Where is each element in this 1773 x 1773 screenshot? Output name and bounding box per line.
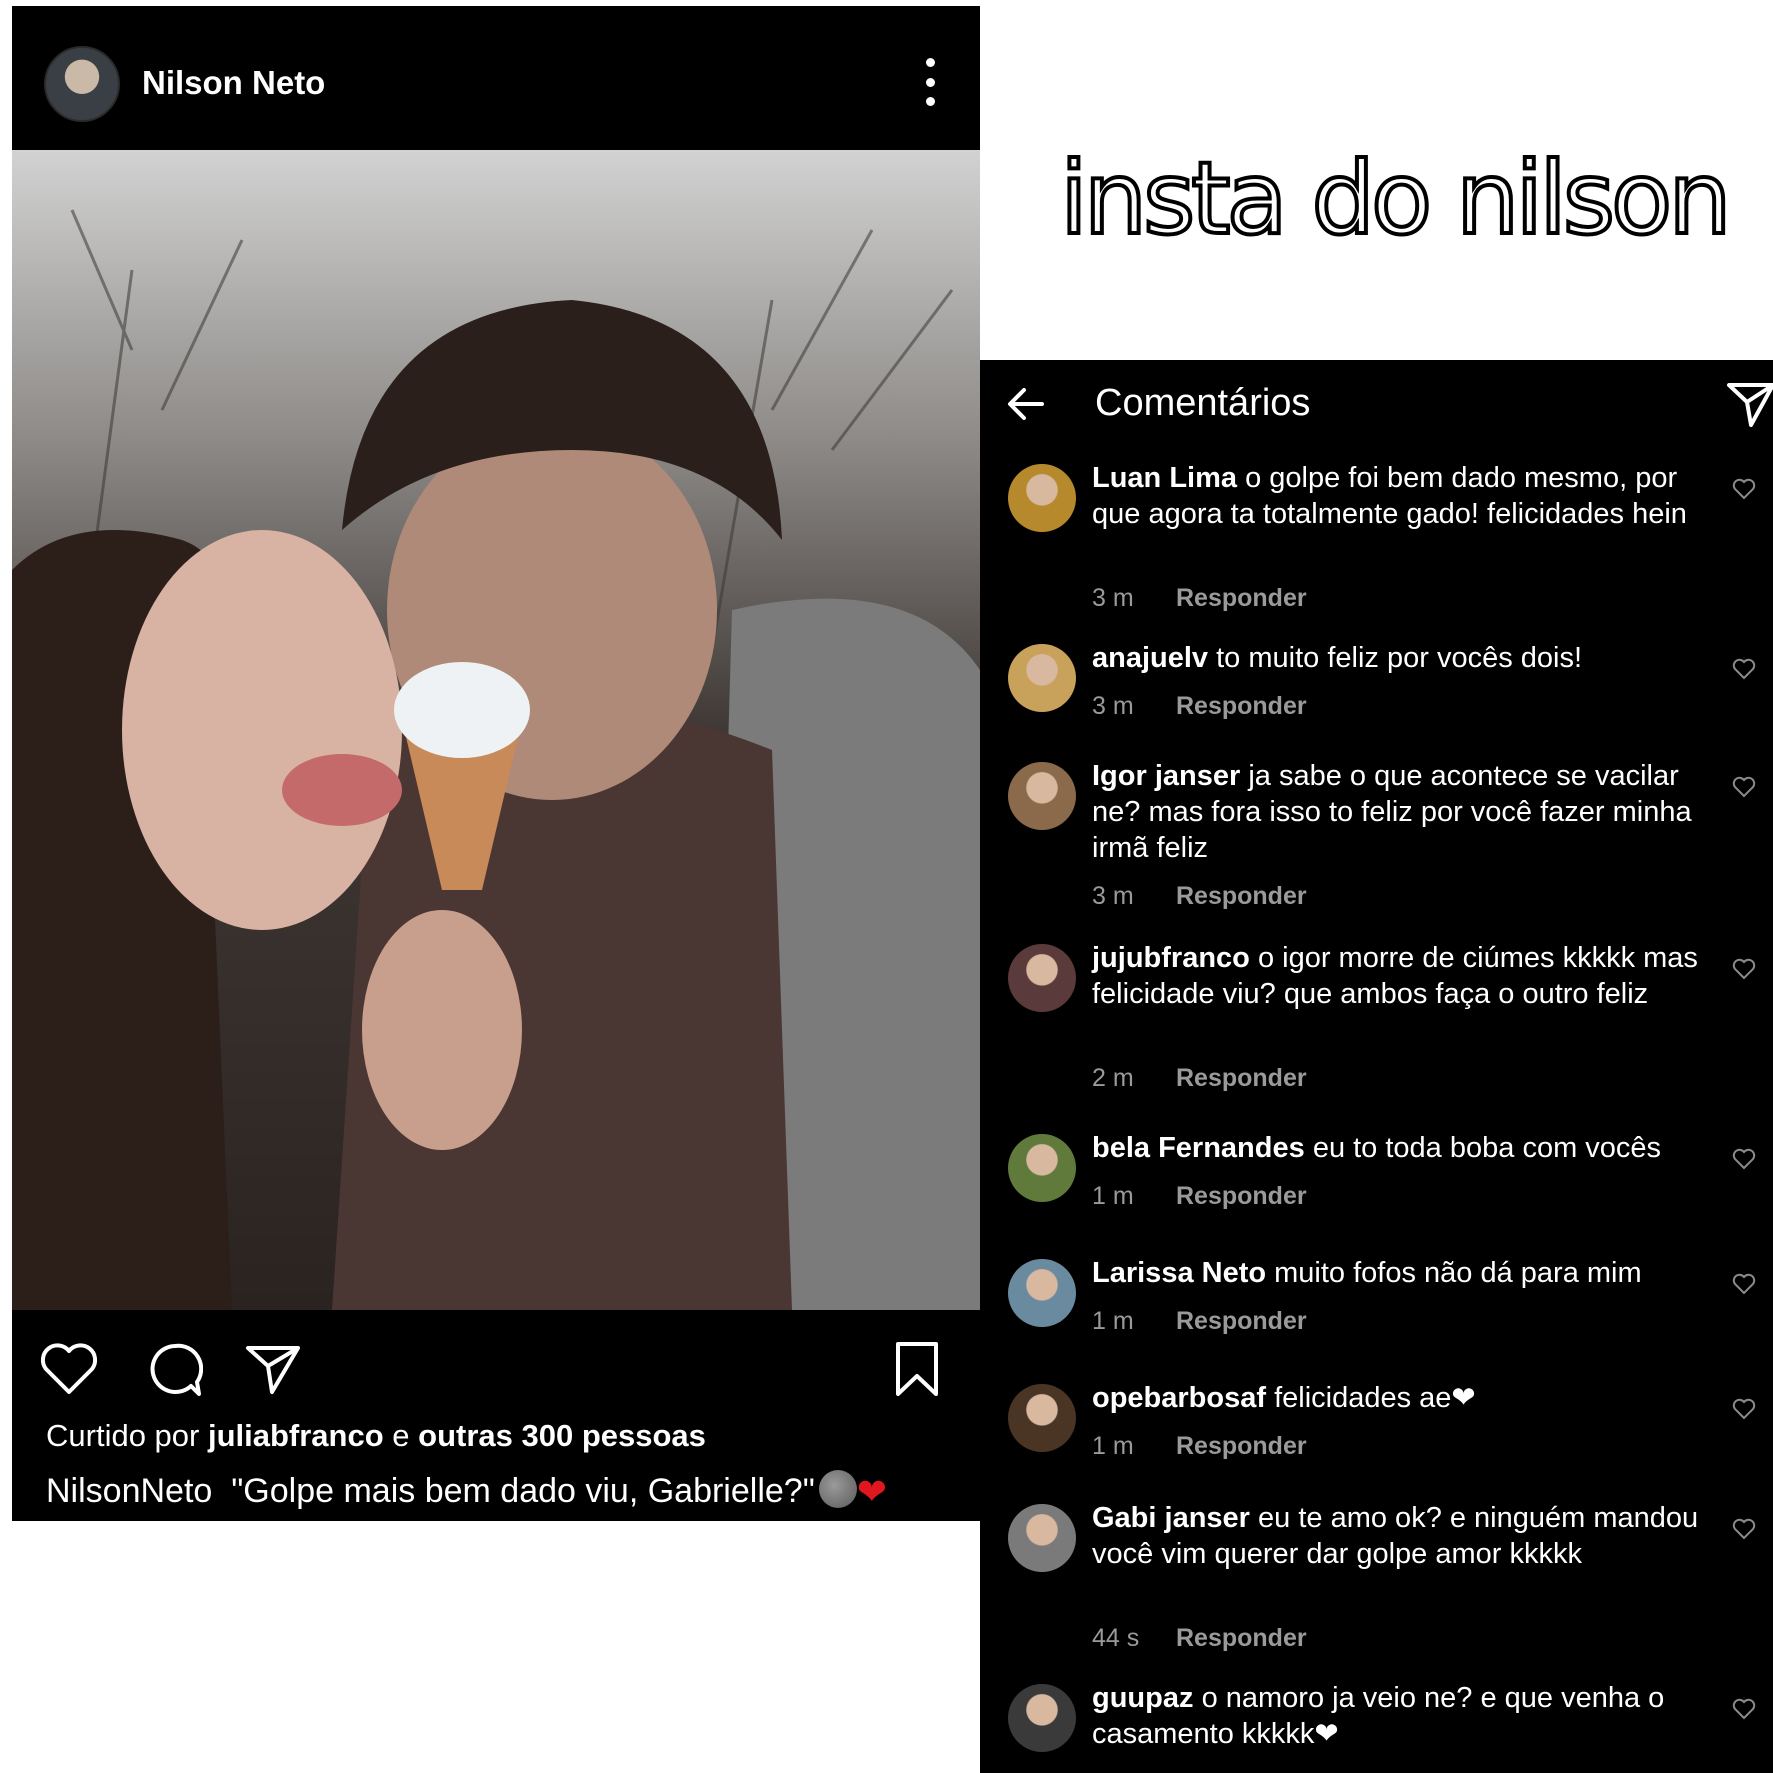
reply-button[interactable]: Responder (1176, 1307, 1307, 1335)
comment-time: 1 m (1092, 1307, 1134, 1335)
comment-avatar[interactable] (1008, 644, 1076, 712)
caption-text: "Golpe mais bem dado viu, Gabrielle?" (231, 1472, 815, 1510)
comment-time: 3 m (1092, 692, 1134, 720)
comment-icon[interactable] (147, 1342, 203, 1398)
comment-username[interactable]: Luan Lima (1092, 462, 1237, 494)
comment-meta: 1 m Responder (1092, 1182, 1307, 1211)
comment-meta: 1 m Responder (1092, 1307, 1307, 1336)
comment-body: anajuelv to muito feliz por vocês dois! (1092, 640, 1702, 676)
comment-time: 3 m (1092, 882, 1134, 910)
back-arrow-icon[interactable] (1006, 384, 1046, 424)
comment-username[interactable]: Gabi janser (1092, 1502, 1250, 1534)
likes-prefix: Curtido por (46, 1418, 208, 1453)
comment-time: 44 s (1092, 1624, 1140, 1652)
comment-username[interactable]: Igor janser (1092, 760, 1240, 792)
reply-button[interactable]: Responder (1176, 1064, 1307, 1092)
reply-button[interactable]: Responder (1176, 1624, 1307, 1652)
comment-like-heart-icon[interactable] (1732, 478, 1756, 500)
post-photo[interactable] (12, 150, 980, 1310)
comment-body: Gabi janser eu te amo ok? e ninguém mand… (1092, 1500, 1702, 1572)
comment-meta: 3 m Responder (1092, 882, 1307, 911)
more-options-icon[interactable] (918, 58, 942, 106)
comment-like-heart-icon[interactable] (1732, 1698, 1756, 1720)
share-send-icon[interactable] (244, 1342, 302, 1396)
caption-username[interactable]: NilsonNeto (46, 1472, 212, 1510)
like-heart-icon[interactable] (40, 1342, 98, 1396)
comment-time: 3 m (1092, 584, 1134, 612)
comment-avatar[interactable] (1008, 464, 1076, 532)
comment-username[interactable]: jujubfranco (1092, 942, 1250, 974)
comment-username[interactable]: opebarbosaf (1092, 1382, 1266, 1414)
comment-avatar[interactable] (1008, 1384, 1076, 1452)
profile-avatar[interactable] (44, 46, 120, 122)
comment-like-heart-icon[interactable] (1732, 776, 1756, 798)
page-title: insta do nilson (1058, 138, 1734, 259)
likes-others[interactable]: outras 300 pessoas (418, 1418, 706, 1453)
comment-username[interactable]: anajuelv (1092, 642, 1208, 674)
comment-avatar[interactable] (1008, 762, 1076, 830)
comment-like-heart-icon[interactable] (1732, 958, 1756, 980)
comment-like-heart-icon[interactable] (1732, 1518, 1756, 1540)
likes-summary[interactable]: Curtido por juliabfranco e outras 300 pe… (46, 1418, 706, 1454)
comment-body: Luan Lima o golpe foi bem dado mesmo, po… (1092, 460, 1702, 532)
comment-avatar[interactable] (1008, 1684, 1076, 1752)
heart-emoji-icon: ❤ (856, 1471, 887, 1512)
comment-username[interactable]: guupaz (1092, 1682, 1194, 1714)
comments-title: Comentários (1095, 382, 1311, 424)
likes-mid: e (383, 1418, 419, 1453)
comment-time: 1 m (1092, 1182, 1134, 1210)
comment-username[interactable]: Larissa Neto (1092, 1257, 1266, 1289)
comment-meta: 1 m Responder (1092, 1432, 1307, 1461)
comment-like-heart-icon[interactable] (1732, 1148, 1756, 1170)
comment-body: Igor janser ja sabe o que acontece se va… (1092, 758, 1702, 866)
comment-text: muito fofos não dá para mim (1274, 1257, 1642, 1289)
comment-like-heart-icon[interactable] (1732, 1398, 1756, 1420)
comment-meta: 2 m Responder (1092, 1064, 1307, 1093)
comment-body: jujubfranco o igor morre de ciúmes kkkkk… (1092, 940, 1702, 1012)
post-header: Nilson Neto (12, 6, 980, 150)
comment-body: guupaz o namoro ja veio ne? e que venha … (1092, 1680, 1702, 1752)
comment-meta: 3 m Responder (1092, 584, 1307, 613)
reply-button[interactable]: Responder (1176, 1182, 1307, 1210)
comment-time: 1 m (1092, 1432, 1134, 1460)
comment-body: Larissa Neto muito fofos não dá para mim (1092, 1255, 1702, 1291)
reply-button[interactable]: Responder (1176, 1432, 1307, 1460)
comment-text: felicidades ae❤ (1274, 1382, 1476, 1414)
comment-body: bela Fernandes eu to toda boba com vocês (1092, 1130, 1702, 1166)
comment-avatar[interactable] (1008, 944, 1076, 1012)
comment-time: 2 m (1092, 1064, 1134, 1092)
post-username[interactable]: Nilson Neto (142, 64, 325, 102)
reply-button[interactable]: Responder (1176, 584, 1307, 612)
comment-meta: 44 s Responder (1092, 1624, 1307, 1653)
comment-body: opebarbosaf felicidades ae❤ (1092, 1380, 1702, 1416)
comment-meta: 3 m Responder (1092, 692, 1307, 721)
comment-avatar[interactable] (1008, 1134, 1076, 1202)
likes-user[interactable]: juliabfranco (208, 1418, 384, 1453)
save-bookmark-icon[interactable] (894, 1340, 940, 1398)
instagram-post: Nilson Neto Curtido por juliabfranco e o… (12, 6, 980, 1521)
post-caption: NilsonNeto "Golpe mais bem dado viu, Gab… (46, 1470, 887, 1513)
comment-avatar[interactable] (1008, 1259, 1076, 1327)
comment-username[interactable]: bela Fernandes (1092, 1132, 1305, 1164)
comment-like-heart-icon[interactable] (1732, 658, 1756, 680)
comment-like-heart-icon[interactable] (1732, 1273, 1756, 1295)
comment-avatar[interactable] (1008, 1504, 1076, 1572)
post-actions-bar: Curtido por juliabfranco e outras 300 pe… (12, 1310, 980, 1521)
comments-panel: Comentários Luan Lima o golpe foi bem da… (980, 360, 1773, 1773)
reply-button[interactable]: Responder (1176, 882, 1307, 910)
comment-text: eu to toda boba com vocês (1312, 1132, 1662, 1164)
share-send-icon[interactable] (1726, 380, 1773, 430)
reply-button[interactable]: Responder (1176, 692, 1307, 720)
comment-text: to muito feliz por vocês dois! (1216, 642, 1583, 674)
moon-emoji-icon (818, 1470, 857, 1508)
